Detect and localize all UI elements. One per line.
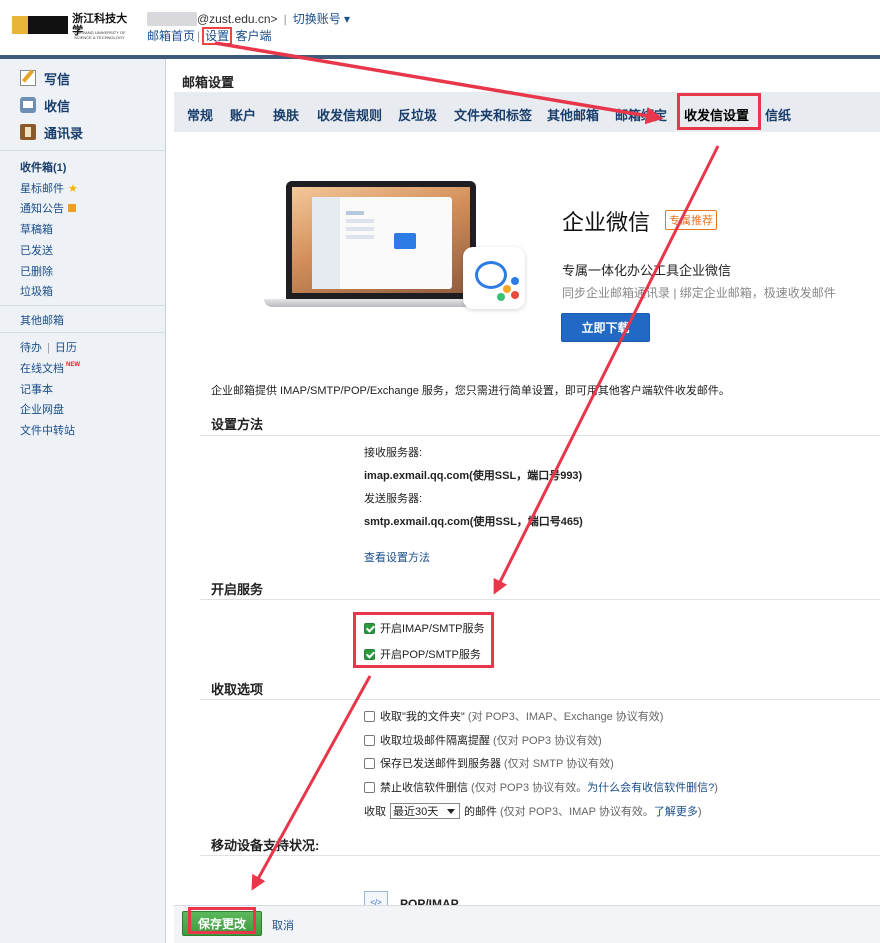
service-intro: 企业邮箱提供 IMAP/SMTP/POP/Exchange 服务，您只需进行简单… [211,385,730,397]
sidebar-item-calendar[interactable]: 日历 [55,342,77,354]
receive-my-folders-option[interactable]: 收取"我的文件夹" (对 POP3、IMAP、Exchange 协议有效) [364,708,663,724]
enable-service-title: 开启服务 [211,582,264,597]
redacted-account-name [147,12,197,26]
sidebar-item-netdisk[interactable]: 企业网盘 [20,401,64,417]
sidebar-item-file-transfer[interactable]: 文件中转站 [20,422,75,438]
save-sent-to-server-option[interactable]: 保存已发送邮件到服务器 (仅对 SMTP 协议有效) [364,755,614,771]
laptop-illustration [264,181,498,307]
why-delete-link[interactable]: 为什么会有收信软件删信? [587,782,714,794]
section-divider [200,699,880,700]
tab-rules[interactable]: 收发信规则 [317,105,382,124]
learn-more-link[interactable]: 了解更多 [654,806,698,818]
sidebar-item-inbox[interactable]: 收件箱(1) [20,159,66,175]
header-links: 邮箱首页 | 设置 客户端 [147,27,272,45]
tab-stationery[interactable]: 信纸 [765,105,791,124]
view-setup-method-link[interactable]: 查看设置方法 [364,549,430,565]
forbid-delete-checkbox[interactable] [364,781,375,793]
wecom-app-icon [463,247,525,309]
mail-home-link[interactable]: 邮箱首页 [147,29,195,43]
cancel-link[interactable]: 取消 [272,917,294,933]
tab-account[interactable]: 账户 [230,105,256,124]
compose-icon [20,70,36,86]
page-title: 邮箱设置 [182,75,235,90]
mobile-support-title: 移动设备支持状况: [211,838,320,853]
tab-skin[interactable]: 换肤 [273,105,299,124]
tab-mailbox-binding[interactable]: 邮箱绑定 [615,105,667,124]
tab-send-receive-settings[interactable]: 收发信设置 [684,105,749,124]
incoming-server-value: imap.exmail.qq.com(使用SSL，端口号993) [364,470,583,482]
settings-panel: 邮箱设置 常规 账户 换肤 收发信规则 反垃圾 文件夹和标签 其他邮箱 邮箱绑定… [174,59,880,943]
speaker-icon [68,204,76,212]
account-info: @zust.edu.cn> | 切换账号 ▾ [147,10,350,27]
sidebar-divider [0,150,165,151]
tab-other-mailbox[interactable]: 其他邮箱 [547,105,599,124]
promo-description: 同步企业邮箱通讯录 | 绑定企业邮箱，极速收发邮件 [562,286,836,300]
client-link[interactable]: 客户端 [236,29,272,43]
receive-button[interactable]: 收信 [20,95,70,115]
sidebar-item-online-docs[interactable]: 在线文档 NEW [20,360,80,376]
section-divider [200,599,880,600]
sidebar-item-other-mailbox[interactable]: 其他邮箱 [20,312,64,328]
contacts-icon [20,124,36,140]
sidebar-item-notices[interactable]: 通知公告 [20,200,76,216]
header: 浙江科技大学 ZHEJIANG UNIVERSITY OF SCIENCE & … [0,0,880,56]
promo-subtitle: 专属一体化办公工具企业微信 [562,263,732,278]
receive-period-select[interactable]: 最近30天 [390,803,460,819]
save-changes-button[interactable]: 保存更改 [182,911,262,936]
forbid-client-delete-option[interactable]: 禁止收信软件删信 (仅对 POP3 协议有效。为什么会有收信软件删信?) [364,779,718,795]
imap-smtp-checkbox[interactable] [364,622,375,634]
imap-smtp-toggle[interactable]: 开启IMAP/SMTP服务 [364,620,485,636]
promo-title: 企业微信 [562,210,651,235]
outgoing-server-label: 发送服务器: [364,493,423,505]
receive-icon [20,97,36,113]
settings-tabs: 常规 账户 换肤 收发信规则 反垃圾 文件夹和标签 其他邮箱 邮箱绑定 收发信设… [174,92,880,132]
receive-period-row: 收取 最近30天 的邮件 (仅对 POP3、IMAP 协议有效。了解更多) [364,803,702,819]
new-badge: NEW [66,362,80,368]
sidebar-item-starred[interactable]: 星标邮件 ★ [20,180,78,196]
sidebar-item-sent[interactable]: 已发送 [20,242,53,258]
account-suffix: @zust.edu.cn> [197,12,278,26]
sidebar-item-drafts[interactable]: 草稿箱 [20,221,53,237]
incoming-server-label: 接收服务器: [364,447,423,459]
sidebar-item-spam[interactable]: 垃圾箱 [20,283,53,299]
outgoing-server-value: smtp.exmail.qq.com(使用SSL，端口号465) [364,516,583,528]
sidebar-item-notes[interactable]: 记事本 [20,381,53,397]
spam-quarantine-checkbox[interactable] [364,734,375,746]
sidebar: 写信 收信 通讯录 收件箱(1) 星标邮件 ★ 通知公告 草稿箱 已发送 已删除 … [0,59,166,943]
pop-smtp-checkbox[interactable] [364,648,375,660]
tab-antispam[interactable]: 反垃圾 [398,105,437,124]
sidebar-item-todo[interactable]: 待办 [20,342,42,354]
star-icon: ★ [68,183,78,195]
setup-method-title: 设置方法 [211,417,264,432]
save-sent-checkbox[interactable] [364,757,375,769]
download-button[interactable]: 立即下载 [561,313,650,342]
sidebar-divider [0,332,165,333]
logo-mark [12,16,69,34]
action-bar: 保存更改 取消 [174,905,880,943]
switch-account-link[interactable]: 切换账号 ▾ [293,12,350,26]
sidebar-divider [0,305,165,306]
section-divider [200,435,880,436]
tab-folders-labels[interactable]: 文件夹和标签 [454,105,532,124]
section-divider [200,855,880,856]
pop-smtp-toggle[interactable]: 开启POP/SMTP服务 [364,646,481,662]
recommended-badge: 专属推荐 [665,210,717,230]
todo-calendar-row: 待办 | 日历 [20,342,77,354]
logo-subtext: ZHEJIANG UNIVERSITY OF SCIENCE & TECHNOL… [74,30,126,40]
contacts-button[interactable]: 通讯录 [20,122,83,142]
receive-options-title: 收取选项 [211,682,264,697]
envelope-icon [394,233,416,249]
university-logo[interactable]: 浙江科技大学 ZHEJIANG UNIVERSITY OF SCIENCE & … [12,13,136,40]
tab-general[interactable]: 常规 [187,105,213,124]
settings-link[interactable]: 设置 [202,27,233,45]
receive-my-folders-checkbox[interactable] [364,710,375,722]
spam-quarantine-reminder-option[interactable]: 收取垃圾邮件隔离提醒 (仅对 POP3 协议有效) [364,732,602,748]
sidebar-item-deleted[interactable]: 已删除 [20,263,53,279]
compose-button[interactable]: 写信 [20,68,70,88]
